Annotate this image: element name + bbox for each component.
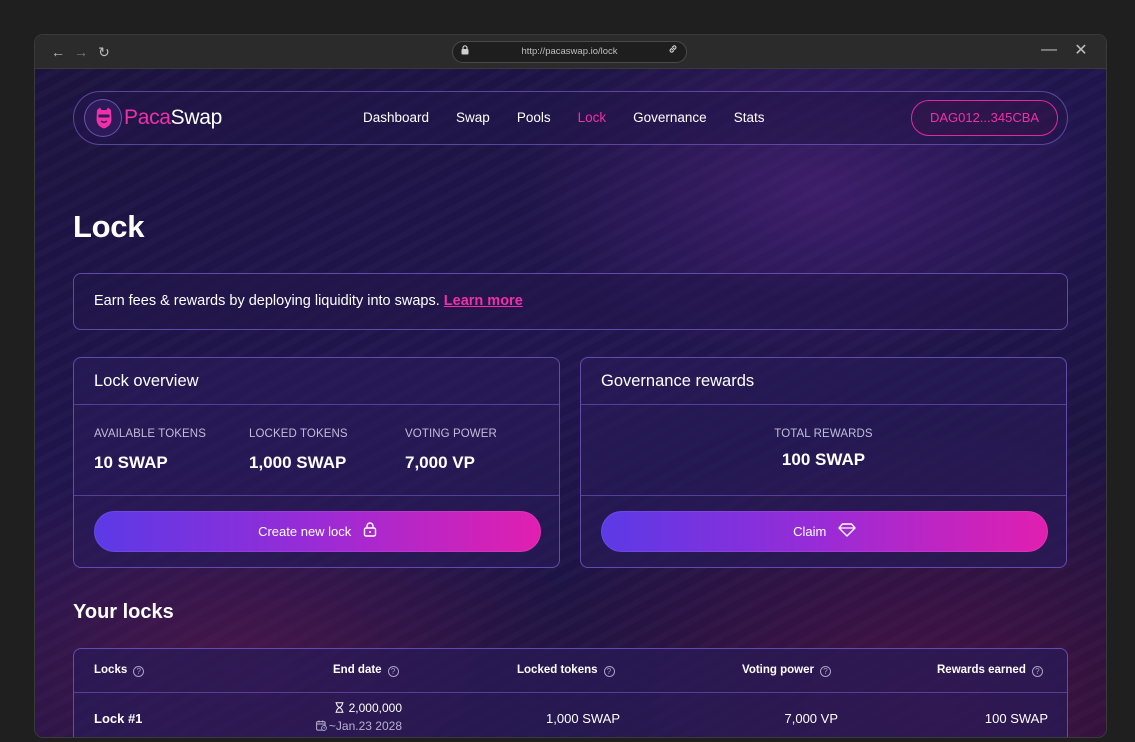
calendar-icon	[316, 720, 327, 734]
padlock-icon	[461, 42, 469, 62]
nav-pools[interactable]: Pools	[517, 110, 551, 125]
help-icon[interactable]: ?	[133, 666, 145, 677]
back-arrow-icon[interactable]: ←	[49, 43, 67, 61]
lock-overview-card: Lock overview AVAILABLE TOKENS 10 SWAP L…	[73, 357, 560, 568]
wallet-address-button[interactable]: DAG012...345CBA	[911, 100, 1058, 136]
stat-value: 10 SWAP	[94, 453, 168, 472]
end-epoch: 2,000,000	[316, 701, 402, 716]
forward-arrow-icon[interactable]: →	[72, 43, 90, 61]
locks-table: Locks? End date? Locked tokens? Voting p…	[73, 648, 1068, 737]
stat-value: 1,000 SWAP	[249, 453, 347, 472]
table-row[interactable]: Lock #1 2,000,000 ~Jan.23 2028 1,000 SWA…	[74, 693, 1067, 737]
column-label: Voting power	[742, 664, 814, 676]
governance-rewards-title: Governance rewards	[581, 358, 1066, 405]
logo-icon[interactable]	[84, 99, 122, 137]
help-icon[interactable]: ?	[603, 666, 615, 677]
browser-toolbar: ← → ↻ http://pacaswap.io/lock — ✕	[35, 35, 1106, 69]
stat-value: 100 SWAP	[781, 450, 866, 469]
nav-swap[interactable]: Swap	[456, 110, 490, 125]
governance-rewards-stats: TOTAL REWARDS 100 SWAP	[581, 405, 1066, 496]
diamond-icon	[838, 512, 856, 553]
learn-more-link[interactable]: Learn more	[444, 293, 523, 309]
rewards-earned-cell: 100 SWAP	[984, 711, 1048, 726]
column-header-end-date: End date?	[333, 664, 399, 677]
address-bar[interactable]: http://pacaswap.io/lock	[452, 41, 687, 63]
hourglass-icon	[335, 702, 344, 716]
voting-power-stat: VOTING POWER 7,000 VP	[405, 428, 497, 473]
claim-button[interactable]: Claim	[601, 511, 1048, 552]
total-rewards-stat: TOTAL REWARDS 100 SWAP	[581, 428, 1066, 470]
brand-name-part2: Swap	[170, 106, 223, 129]
column-label: Rewards earned	[937, 664, 1026, 676]
nav-dashboard[interactable]: Dashboard	[363, 110, 429, 125]
create-new-lock-button[interactable]: Create new lock	[94, 511, 541, 552]
column-header-locked-tokens: Locked tokens?	[517, 664, 615, 677]
help-icon[interactable]: ?	[387, 666, 399, 677]
locked-tokens-stat: LOCKED TOKENS 1,000 SWAP	[249, 428, 348, 473]
brand-logo[interactable]: PacaSwap	[124, 106, 222, 130]
column-header-locks: Locks?	[94, 664, 145, 677]
lock-overview-stats: AVAILABLE TOKENS 10 SWAP LOCKED TOKENS 1…	[74, 405, 559, 496]
column-header-rewards-earned: Rewards earned?	[937, 664, 1043, 677]
page-viewport: PacaSwap Dashboard Swap Pools Lock Gover…	[35, 69, 1106, 737]
available-tokens-stat: AVAILABLE TOKENS 10 SWAP	[94, 428, 206, 473]
column-label: End date	[333, 664, 382, 676]
help-icon[interactable]: ?	[1031, 666, 1043, 677]
end-calendar-date: ~Jan.23 2028	[316, 719, 402, 734]
stat-value: 7,000 VP	[405, 453, 475, 472]
create-new-lock-label: Create new lock	[258, 524, 352, 539]
stat-label: LOCKED TOKENS	[249, 428, 348, 440]
reload-icon[interactable]: ↻	[95, 43, 113, 61]
page-title: Lock	[73, 209, 145, 244]
lock-icon	[363, 512, 377, 553]
governance-rewards-card: Governance rewards TOTAL REWARDS 100 SWA…	[580, 357, 1067, 568]
locked-tokens-cell: 1,000 SWAP	[546, 711, 620, 726]
column-label: Locked tokens	[517, 664, 598, 676]
lock-overview-title: Lock overview	[74, 358, 559, 405]
nav-lock[interactable]: Lock	[578, 110, 607, 125]
voting-power-cell: 7,000 VP	[784, 711, 839, 726]
link-icon[interactable]	[668, 42, 678, 62]
browser-window: ← → ↻ http://pacaswap.io/lock — ✕ PacaSw…	[35, 35, 1106, 737]
close-icon[interactable]: ✕	[1072, 42, 1090, 60]
column-header-voting-power: Voting power?	[742, 664, 831, 677]
stat-label: TOTAL REWARDS	[774, 428, 873, 440]
brand-name-part1: Paca	[124, 106, 171, 129]
claim-label: Claim	[793, 524, 827, 539]
lock-end-date: 2,000,000 ~Jan.23 2028	[316, 701, 402, 734]
top-navigation: PacaSwap Dashboard Swap Pools Lock Gover…	[73, 91, 1068, 145]
help-icon[interactable]: ?	[819, 666, 831, 677]
your-locks-title: Your locks	[73, 601, 174, 623]
main-menu: Dashboard Swap Pools Lock Governance Sta…	[363, 110, 791, 125]
url-text: http://pacaswap.io/lock	[521, 46, 618, 57]
column-label: Locks	[94, 664, 128, 676]
nav-governance[interactable]: Governance	[633, 110, 707, 125]
info-banner: Earn fees & rewards by deploying liquidi…	[73, 273, 1068, 330]
stat-label: AVAILABLE TOKENS	[94, 428, 206, 440]
end-date-value: ~Jan.23 2028	[328, 719, 402, 733]
end-epoch-value: 2,000,000	[348, 701, 402, 715]
stat-label: VOTING POWER	[405, 428, 497, 440]
lock-name: Lock #1	[94, 711, 143, 726]
banner-text: Earn fees & rewards by deploying liquidi…	[94, 293, 444, 309]
minimize-icon[interactable]: —	[1040, 42, 1058, 60]
table-header: Locks? End date? Locked tokens? Voting p…	[74, 649, 1067, 693]
nav-stats[interactable]: Stats	[734, 110, 765, 125]
